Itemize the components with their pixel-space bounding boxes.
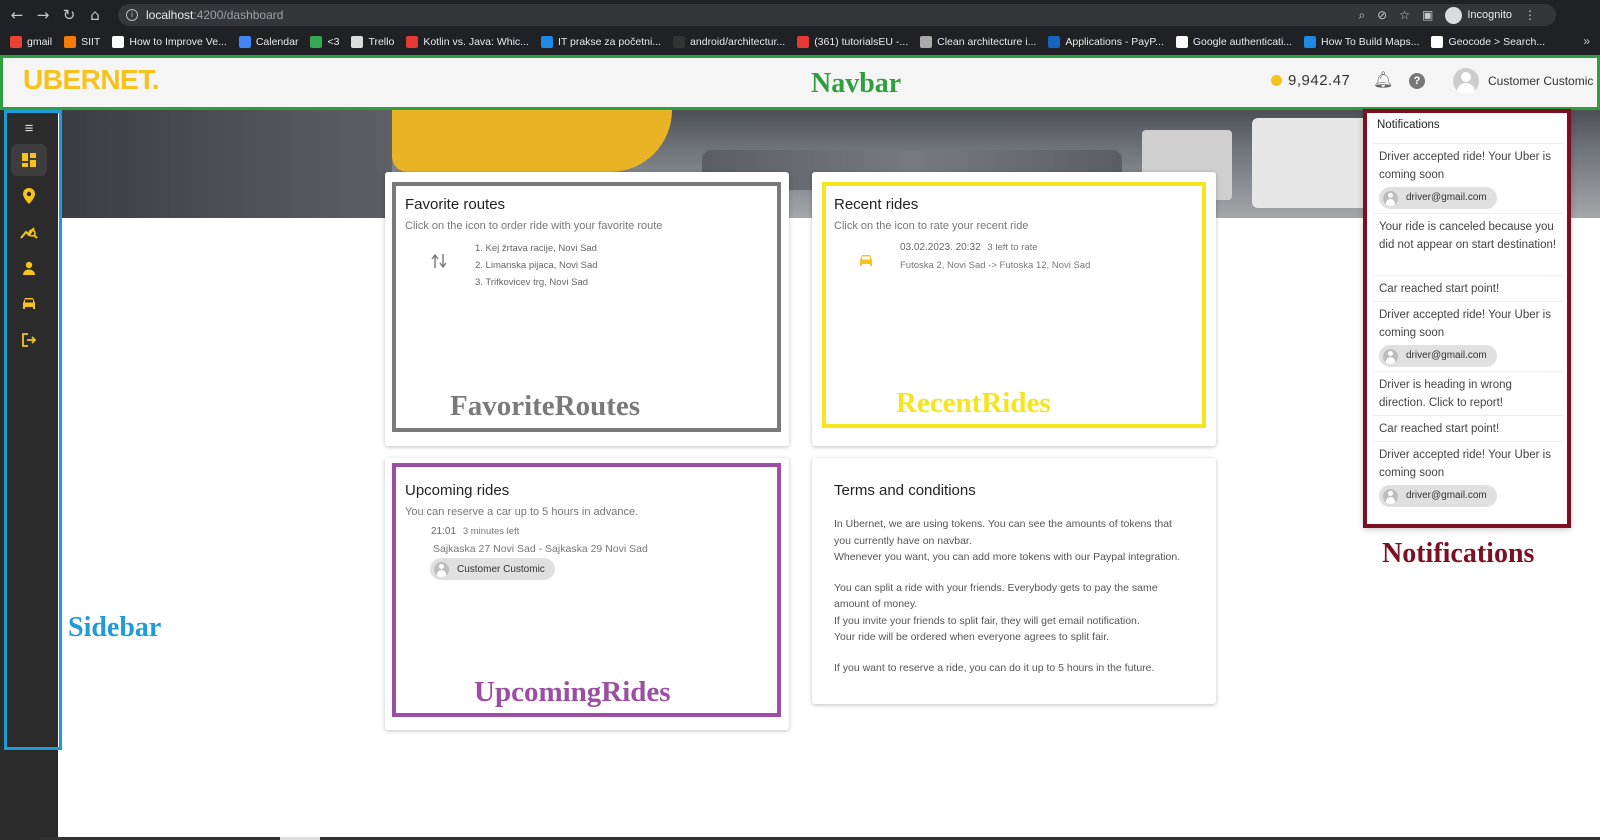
notification-text: Car reached start point! — [1379, 283, 1500, 295]
address-bar[interactable]: i localhost:4200/dashboard ⌕ ⊘ ☆ ▣ Incog… — [118, 4, 1556, 26]
bookmark-favicon-icon — [797, 36, 810, 48]
terms-card: Terms and conditions In Ubernet, we are … — [812, 458, 1216, 704]
bookmark-favicon-icon — [1304, 36, 1317, 48]
forward-icon[interactable]: → — [30, 6, 56, 24]
bookmark-star-icon[interactable]: ☆ — [1399, 8, 1410, 22]
notification-text: Car reached start point! — [1379, 423, 1500, 435]
terms-body: In Ubernet, we are using tokens. You can… — [834, 516, 1180, 676]
notifications-panel: Notifications Driver accepted ride! Your… — [1363, 109, 1571, 528]
notification-text: Driver accepted ride! Your Uber is comin… — [1379, 151, 1551, 181]
user-avatar[interactable] — [1453, 68, 1479, 94]
side-panel-icon[interactable]: ▣ — [1422, 8, 1433, 22]
notifications-bell-icon[interactable]: 🔔︎ — [1373, 70, 1393, 90]
notification-item[interactable]: Driver is heading in wrong direction. Cl… — [1373, 371, 1563, 416]
bookmark-item[interactable]: Calendar — [238, 36, 298, 48]
terms-line — [834, 646, 1180, 660]
zoom-icon[interactable]: ⌕ — [1358, 8, 1365, 23]
bookmark-item[interactable]: How To Build Maps... — [1304, 36, 1419, 48]
browser-chrome: ← → ↻ ⌂ i localhost:4200/dashboard ⌕ ⊘ ☆… — [0, 0, 1600, 55]
terms-line: Whenever you want, you can add more toke… — [834, 551, 1181, 563]
terms-line: Your ride will be ordered when everyone … — [834, 631, 1110, 643]
bookmark-item[interactable]: IT prakse za početni... — [540, 36, 661, 48]
site-info-icon[interactable]: i — [126, 9, 138, 21]
notification-item[interactable]: Car reached start point! — [1373, 275, 1563, 302]
app-navbar: UBERNET. Navbar 9,942.47 🔔︎ ? Customer C… — [0, 55, 1600, 110]
bookmark-favicon-icon — [10, 36, 22, 48]
recent-rides-annotation-label: RecentRides — [896, 387, 1051, 419]
sidebar-annotation-frame — [4, 110, 62, 750]
bookmarks-bar: gmail SIIT How to Improve Ve... Calendar <3 T… — [0, 30, 1600, 54]
driver-email-chip[interactable]: driver@gmail.com — [1379, 485, 1497, 507]
bookmark-item[interactable]: Google authenticati... — [1175, 36, 1292, 48]
incognito-icon — [1445, 6, 1463, 24]
bookmark-favicon-icon — [1431, 36, 1444, 48]
notification-item[interactable]: Driver accepted ride! Your Uber is comin… — [1373, 143, 1563, 216]
terms-line: If you invite your friends to split fair… — [834, 614, 1140, 627]
terms-line: you currently have on navbar. — [834, 534, 972, 547]
bookmark-favicon-icon — [406, 36, 419, 48]
driver-avatar — [1383, 190, 1398, 206]
token-balance: 9,942.47 — [1271, 72, 1350, 89]
terms-line: amount of money. — [834, 598, 918, 610]
bookmark-favicon-icon — [920, 36, 933, 48]
back-icon[interactable]: ← — [4, 6, 30, 24]
user-name[interactable]: Customer Customic — [1488, 74, 1593, 88]
notification-item[interactable]: Your ride is canceled because you did no… — [1373, 213, 1563, 258]
navbar-annotation-label: Navbar — [811, 68, 902, 99]
home-icon[interactable]: ⌂ — [82, 6, 108, 24]
bookmark-item[interactable]: Geocode > Search... — [1431, 36, 1545, 48]
bookmarks-overflow-icon[interactable]: » — [1583, 34, 1590, 48]
notifications-title: Notifications — [1377, 119, 1440, 131]
bookmark-item[interactable]: (361) tutorialsEU -... — [797, 36, 908, 48]
tracking-off-icon[interactable]: ⊘ — [1377, 8, 1387, 22]
notification-text: Driver accepted ride! Your Uber is comin… — [1379, 449, 1551, 479]
help-icon[interactable]: ? — [1409, 73, 1425, 89]
driver-avatar — [1383, 488, 1398, 504]
terms-title: Terms and conditions — [834, 482, 976, 499]
app-logo[interactable]: UBERNET. — [23, 64, 160, 96]
bookmark-item[interactable]: Clean architecture i... — [920, 36, 1036, 48]
upcoming-rides-annotation-label: UpcomingRides — [474, 676, 671, 708]
driver-avatar — [1383, 348, 1398, 364]
notification-item[interactable]: Driver accepted ride! Your Uber is comin… — [1373, 441, 1563, 514]
bookmark-item[interactable]: gmail — [10, 36, 52, 48]
bookmark-item[interactable]: Kotlin vs. Java: Whic... — [406, 36, 529, 48]
driver-email-chip[interactable]: driver@gmail.com — [1379, 345, 1497, 367]
terms-line: You can split a ride with your friends. … — [834, 581, 1158, 594]
bookmark-favicon-icon — [1175, 36, 1188, 48]
bookmark-favicon-icon — [310, 36, 323, 48]
bookmark-favicon-icon — [64, 36, 77, 48]
bookmark-item[interactable]: How to Improve Ve... — [112, 36, 227, 48]
driver-email-chip[interactable]: driver@gmail.com — [1379, 187, 1497, 209]
notification-item[interactable]: Car reached start point! — [1373, 415, 1563, 442]
terms-line: If you want to reserve a ride, you can d… — [834, 661, 1155, 674]
notification-text: Driver is heading in wrong direction. Cl… — [1379, 379, 1512, 409]
bookmark-item[interactable]: <3 — [310, 36, 339, 48]
bookmark-item[interactable]: android/architectur... — [673, 36, 785, 48]
browser-menu-icon[interactable]: ⋮ — [1524, 8, 1536, 22]
incognito-badge[interactable]: Incognito — [1445, 6, 1512, 24]
favorite-routes-annotation-label: FavoriteRoutes — [450, 390, 641, 422]
bookmark-item[interactable]: SIIT — [64, 36, 100, 48]
terms-line: In Ubernet, we are using tokens. You can… — [834, 518, 1172, 530]
notification-item[interactable]: Driver accepted ride! Your Uber is comin… — [1373, 301, 1563, 374]
bookmark-favicon-icon — [238, 36, 251, 48]
terms-line — [834, 566, 1180, 580]
bookmark-item[interactable]: Trello — [351, 36, 394, 48]
reload-icon[interactable]: ↻ — [56, 6, 82, 24]
bookmark-favicon-icon — [112, 36, 125, 48]
url-text[interactable]: localhost:4200/dashboard — [146, 8, 283, 22]
bookmark-favicon-icon — [351, 36, 364, 48]
notification-text: Driver accepted ride! Your Uber is comin… — [1379, 309, 1551, 339]
coin-icon — [1271, 75, 1282, 86]
bookmark-favicon-icon — [1048, 36, 1061, 48]
bookmark-item[interactable]: Applications - PayP... — [1048, 36, 1164, 48]
notification-text: Your ride is canceled because you did no… — [1379, 221, 1557, 251]
sidebar-annotation-label: Sidebar — [68, 612, 162, 643]
notifications-annotation-label: Notifications — [1382, 538, 1535, 569]
bookmark-favicon-icon — [673, 36, 686, 48]
bookmark-favicon-icon — [540, 36, 553, 48]
